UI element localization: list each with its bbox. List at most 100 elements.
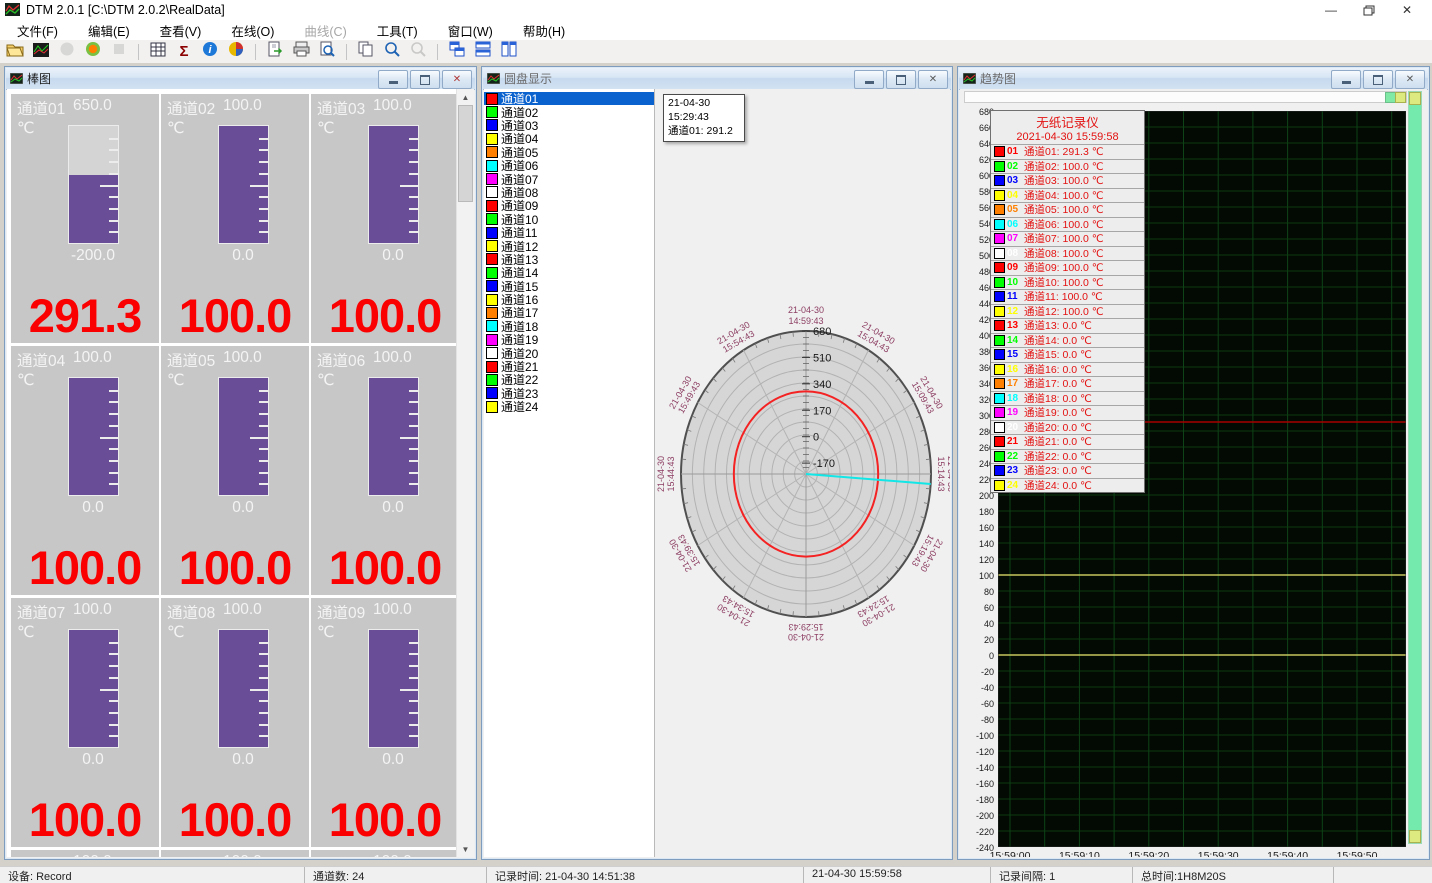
channel-tooltip: 21-04-30 15:29:43 通道01: 291.2 bbox=[663, 94, 745, 142]
trend-minimize-button[interactable] bbox=[1331, 70, 1361, 89]
legend-color-swatch bbox=[994, 204, 1005, 215]
legend-row: 08通道08: 100.0 ℃ bbox=[991, 246, 1144, 261]
info-button[interactable]: i bbox=[200, 42, 220, 61]
channel-color-swatch bbox=[486, 227, 498, 239]
stop-icon bbox=[111, 41, 127, 62]
disc-window-titlebar[interactable]: 圆盘显示 ✕ bbox=[483, 68, 951, 90]
channel-color-swatch bbox=[486, 253, 498, 265]
app-title: DTM 2.0.1 [C:\DTM 2.0.2\RealData] bbox=[26, 3, 225, 17]
trend-maximize-button[interactable] bbox=[1363, 70, 1393, 89]
zoom-button[interactable] bbox=[382, 42, 402, 61]
vscroll-thumb-top[interactable] bbox=[1409, 92, 1421, 105]
channel-color-swatch bbox=[486, 334, 498, 346]
trend-window-titlebar[interactable]: 趋势图 ✕ bbox=[959, 68, 1428, 90]
trend-close-button[interactable]: ✕ bbox=[1395, 70, 1425, 89]
cascade-windows-button[interactable] bbox=[447, 42, 467, 61]
menu-item-tools[interactable]: 工具(T) bbox=[368, 19, 427, 42]
channel-list-item[interactable]: 通道24 bbox=[484, 400, 654, 413]
hscroll-button[interactable] bbox=[1395, 92, 1406, 103]
realtime-curve-button[interactable] bbox=[31, 42, 51, 61]
bar-tick bbox=[259, 401, 268, 403]
pie-chart-button[interactable] bbox=[226, 42, 246, 61]
toolbar-separator bbox=[138, 44, 139, 60]
open-file-button[interactable] bbox=[5, 42, 25, 61]
disc-close-button[interactable]: ✕ bbox=[918, 70, 948, 89]
menu-item-view[interactable]: 查看(V) bbox=[151, 19, 211, 42]
bar-gauge-cell: 通道03100.0℃0.0100.0 bbox=[311, 94, 459, 343]
legend-color-swatch bbox=[994, 393, 1005, 404]
scale-max-value: 100.0 bbox=[223, 601, 262, 623]
menu-item-file[interactable]: 文件(F) bbox=[8, 19, 67, 42]
y-tick-label: 320 bbox=[960, 395, 994, 405]
menu-item-help[interactable]: 帮助(H) bbox=[514, 19, 574, 42]
scroll-down-icon[interactable]: ▼ bbox=[457, 841, 474, 857]
scrollbar-thumb[interactable] bbox=[458, 105, 473, 202]
bar-tick bbox=[259, 208, 268, 210]
menu-item-window[interactable]: 窗口(W) bbox=[439, 19, 502, 42]
legend-color-swatch bbox=[994, 146, 1005, 157]
y-tick-label: 0 bbox=[960, 651, 994, 661]
legend-channel-number: 21 bbox=[1007, 436, 1024, 447]
menu-item-online[interactable]: 在线(O) bbox=[222, 19, 283, 42]
print-button[interactable] bbox=[291, 42, 311, 61]
bar-maximize-button[interactable] bbox=[410, 70, 440, 89]
bar-minimize-button[interactable] bbox=[378, 70, 408, 89]
tile-vertical-button[interactable] bbox=[499, 42, 519, 61]
copy-button[interactable] bbox=[356, 42, 376, 61]
legend-channel-number: 22 bbox=[1007, 451, 1024, 462]
legend-row: 23通道23: 0.0 ℃ bbox=[991, 463, 1144, 478]
bar-tick bbox=[109, 653, 118, 655]
bar-close-button[interactable]: ✕ bbox=[442, 70, 472, 89]
unit-label: ℃ bbox=[17, 371, 34, 390]
trend-vertical-scrollbar[interactable] bbox=[1408, 91, 1422, 844]
legend-channel-number: 17 bbox=[1007, 378, 1024, 389]
bar-tick bbox=[409, 149, 418, 151]
legend-channel-value: 通道24: 0.0 ℃ bbox=[1024, 478, 1092, 492]
disc-maximize-button[interactable] bbox=[886, 70, 916, 89]
tile-horizontal-button[interactable] bbox=[473, 42, 493, 61]
toolbar-separator bbox=[437, 44, 438, 60]
y-tick-label: 180 bbox=[960, 507, 994, 517]
channel-current-value: 100.0 bbox=[11, 796, 159, 843]
legend-channel-number: 03 bbox=[1007, 175, 1024, 186]
stop-button bbox=[109, 42, 129, 61]
restore-button[interactable] bbox=[1350, 0, 1388, 20]
data-table-button[interactable] bbox=[148, 42, 168, 61]
trend-legend: 无纸记录仪 2021-04-30 15:59:58 01通道01: 291.3 … bbox=[990, 110, 1145, 493]
close-button[interactable]: ✕ bbox=[1388, 0, 1426, 20]
print-preview-button[interactable] bbox=[317, 42, 337, 61]
channel-name: 通道07 bbox=[17, 601, 68, 623]
bar-window-icon bbox=[10, 73, 23, 84]
bar-gauge-cell: 通道05100.0℃0.0100.0 bbox=[161, 346, 309, 595]
bar-tick bbox=[409, 138, 418, 140]
channel-name: 通道11 bbox=[167, 853, 218, 857]
bar-tick bbox=[109, 220, 118, 222]
bar-tick bbox=[109, 448, 118, 450]
bar-tick bbox=[109, 425, 118, 427]
bar-vertical-scrollbar[interactable]: ▲ ▼ bbox=[456, 89, 474, 857]
y-tick-label: -80 bbox=[960, 715, 994, 725]
bar-tick bbox=[409, 665, 418, 667]
y-tick-label: 660 bbox=[960, 123, 994, 133]
record-button[interactable] bbox=[83, 42, 103, 61]
vscroll-thumb-bottom[interactable] bbox=[1409, 830, 1421, 843]
scroll-up-icon[interactable]: ▲ bbox=[457, 89, 474, 105]
menu-bar: 文件(F)编辑(E)查看(V)在线(O)曲线(C)工具(T)窗口(W)帮助(H) bbox=[0, 20, 1432, 40]
legend-channel-number: 04 bbox=[1007, 190, 1024, 201]
disc-window-title: 圆盘显示 bbox=[504, 70, 552, 87]
menu-item-edit[interactable]: 编辑(E) bbox=[79, 19, 139, 42]
trend-horizontal-scrollbar[interactable] bbox=[964, 91, 1407, 103]
minimize-button[interactable]: — bbox=[1312, 0, 1350, 20]
bar-window-titlebar[interactable]: 棒图 ✕ bbox=[6, 68, 475, 90]
scale-max-value: 100.0 bbox=[73, 853, 112, 857]
bar-gauge-cell: 通道04100.0℃0.0100.0 bbox=[11, 346, 159, 595]
svg-text:510: 510 bbox=[813, 352, 831, 364]
y-tick-label: 60 bbox=[960, 603, 994, 613]
unit-label: ℃ bbox=[17, 623, 34, 642]
disc-minimize-button[interactable] bbox=[854, 70, 884, 89]
legend-channel-value: 通道08: 100.0 ℃ bbox=[1024, 246, 1104, 260]
statistics-sigma-button[interactable]: Σ bbox=[174, 42, 194, 61]
export-button[interactable] bbox=[265, 42, 285, 61]
y-tick-label: 20 bbox=[960, 635, 994, 645]
bar-track bbox=[68, 125, 119, 244]
